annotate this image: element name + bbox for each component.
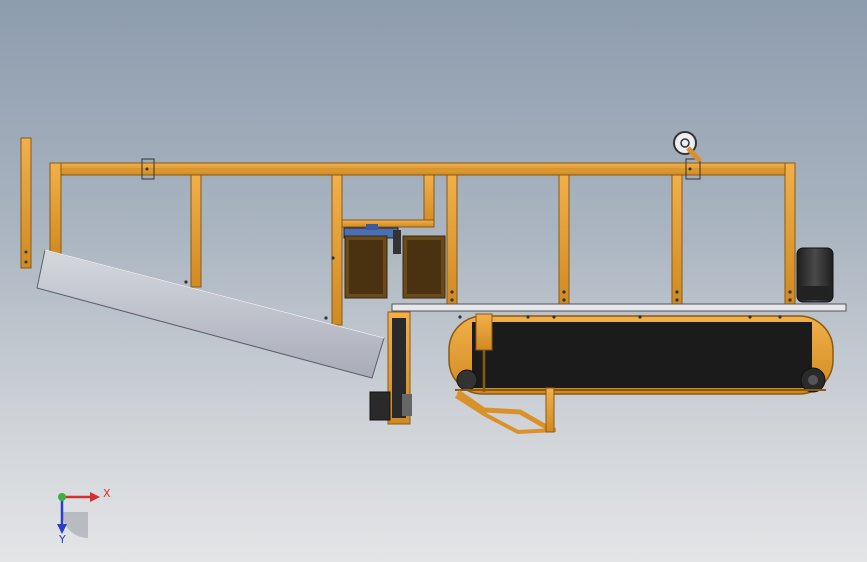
y-axis-label: Y bbox=[59, 533, 66, 546]
top-beam bbox=[49, 158, 796, 180]
handwheel bbox=[673, 131, 702, 163]
left-post bbox=[20, 137, 32, 269]
conveyor-top-plate bbox=[391, 303, 847, 312]
coordinate-triad-icon bbox=[57, 492, 100, 538]
center-bracket bbox=[341, 219, 435, 228]
x-axis-label: X bbox=[103, 487, 111, 500]
fasteners bbox=[145, 167, 792, 320]
right-motor bbox=[796, 247, 834, 303]
assembly-drawing bbox=[20, 131, 847, 538]
drive-column bbox=[369, 311, 412, 425]
cad-viewport[interactable]: X Y bbox=[0, 0, 867, 562]
belt-conveyor bbox=[448, 315, 834, 395]
